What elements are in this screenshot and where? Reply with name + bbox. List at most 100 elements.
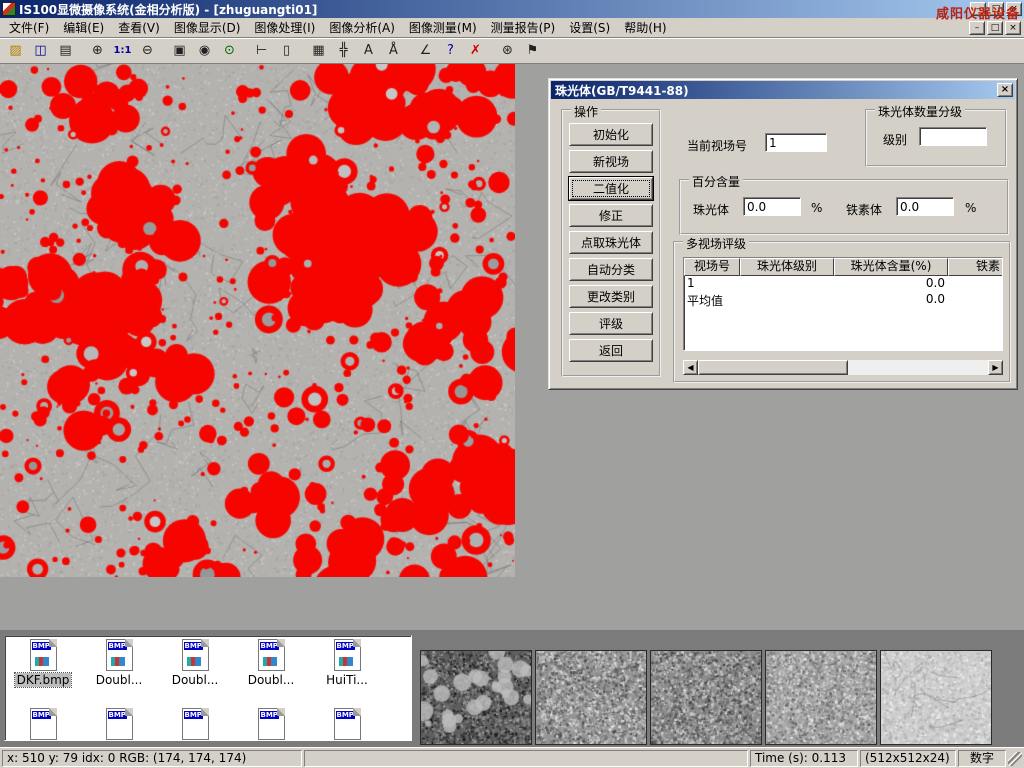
change-class-button[interactable]: 更改类别 xyxy=(569,285,653,308)
dialog-close-icon[interactable]: × xyxy=(997,83,1013,97)
pearlite-percent-input[interactable] xyxy=(743,197,801,216)
print-icon[interactable]: ▤ xyxy=(54,40,77,62)
file-item-partial[interactable]: BMP xyxy=(5,708,81,740)
micrograph-image[interactable] xyxy=(0,64,515,577)
file-item-partial[interactable]: BMP xyxy=(157,708,233,740)
menu-settings[interactable]: 设置(S) xyxy=(562,17,617,38)
multi-field-group-label: 多视场评级 xyxy=(683,235,749,252)
binarize-button[interactable]: 二值化 xyxy=(569,177,653,200)
cursor-position-readout: x: 510 y: 79 idx: 0 RGB: (174, 174, 174) xyxy=(2,750,302,767)
window-title: IS100显微摄像系统(金相分析版) - [zhuguangti01] xyxy=(19,1,317,18)
current-view-label: 当前视场号 xyxy=(687,137,747,154)
caliper-icon[interactable]: ⊢ xyxy=(250,40,273,62)
auto-classify-button[interactable]: 自动分类 xyxy=(569,258,653,281)
file-item-partial[interactable]: BMP xyxy=(309,708,385,740)
percent-group-label: 百分含量 xyxy=(689,173,743,190)
titlebar[interactable]: IS100显微摄像系统(金相分析版) - [zhuguangti01] – □ … xyxy=(0,0,1024,18)
video-icon[interactable]: ⊙ xyxy=(218,40,241,62)
pick-pearlite-button[interactable]: 点取珠光体 xyxy=(569,231,653,254)
minimize-icon[interactable]: – xyxy=(970,2,986,16)
bmp-file-icon: BMP xyxy=(106,639,133,671)
menu-report[interactable]: 测量报告(P) xyxy=(484,17,563,38)
file-item[interactable]: BMP Doubl... xyxy=(81,639,157,687)
menu-image-display[interactable]: 图像显示(D) xyxy=(167,17,248,38)
bmp-file-icon: BMP xyxy=(258,639,285,671)
pin-tool-icon[interactable]: ⚑ xyxy=(521,40,544,62)
initialize-button[interactable]: 初始化 xyxy=(569,123,653,146)
current-view-input[interactable] xyxy=(765,133,827,152)
resize-grip[interactable] xyxy=(1008,752,1022,766)
preview-icon[interactable]: ⊛ xyxy=(496,40,519,62)
file-item-partial[interactable]: BMP xyxy=(233,708,309,740)
grid-measure-icon[interactable]: ▦ xyxy=(307,40,330,62)
table-hscrollbar[interactable]: ◀ ▶ xyxy=(683,360,1003,375)
actual-size-icon[interactable]: 1:1 xyxy=(111,40,134,62)
child-restore-icon[interactable]: □ xyxy=(987,21,1003,35)
symbol-tool-icon[interactable]: Å xyxy=(382,40,405,62)
child-close-icon[interactable]: × xyxy=(1005,21,1021,35)
thumbnail-5[interactable] xyxy=(880,650,992,745)
cell-ferrite xyxy=(948,276,1003,292)
grade-group: 珠光体数量分级 级别 xyxy=(865,109,1007,167)
grade-button[interactable]: 评级 xyxy=(569,312,653,335)
ruler-icon[interactable]: ▯ xyxy=(275,40,298,62)
thumbnail-1[interactable] xyxy=(420,650,532,745)
menu-image-analysis[interactable]: 图像分析(A) xyxy=(322,17,402,38)
file-name: Doubl... xyxy=(94,673,145,687)
grade-input[interactable] xyxy=(919,127,987,146)
scroll-left-icon[interactable]: ◀ xyxy=(683,360,698,375)
delete-mark-icon[interactable]: ✗ xyxy=(464,40,487,62)
zoom-in-icon[interactable]: ⊕ xyxy=(86,40,109,62)
pearlite-label: 珠光体 xyxy=(693,201,729,218)
zoom-out-icon[interactable]: ⊖ xyxy=(136,40,159,62)
percent-group: 百分含量 珠光体 % 铁素体 % xyxy=(679,179,1009,235)
cell-field-no: 1 xyxy=(684,276,740,292)
col-pearlite-content: 珠光体含量(%) xyxy=(834,258,948,276)
new-field-button[interactable]: 新视场 xyxy=(569,150,653,173)
image-size: (512x512x24) xyxy=(860,750,956,767)
file-name: Doubl... xyxy=(246,673,297,687)
dialog-titlebar[interactable]: 珠光体(GB/T9441-88) × xyxy=(551,81,1015,99)
menu-edit[interactable]: 编辑(E) xyxy=(56,17,111,38)
menu-image-process[interactable]: 图像处理(I) xyxy=(247,17,322,38)
correct-button[interactable]: 修正 xyxy=(569,204,653,227)
table-row-average[interactable]: 平均值 0.0 xyxy=(684,292,1002,308)
rating-table-header: 视场号 珠光体级别 珠光体含量(%) 铁素 xyxy=(684,258,1002,276)
bottom-panel: BMP DKF.bmp BMP Doubl... BMP Doubl... BM… xyxy=(0,630,1024,747)
ferrite-percent-input[interactable] xyxy=(896,197,954,216)
menu-image-measure[interactable]: 图像测量(M) xyxy=(402,17,484,38)
table-row[interactable]: 1 0.0 xyxy=(684,276,1002,292)
capture-icon[interactable]: ▣ xyxy=(168,40,191,62)
cell-grade xyxy=(740,292,834,308)
thumbnail-4[interactable] xyxy=(765,650,877,745)
menu-help[interactable]: 帮助(H) xyxy=(617,17,673,38)
file-item[interactable]: BMP Doubl... xyxy=(157,639,233,687)
maximize-icon[interactable]: □ xyxy=(988,2,1004,16)
col-field-no: 视场号 xyxy=(684,258,740,276)
scroll-thumb[interactable] xyxy=(698,360,848,375)
file-item[interactable]: BMP HuiTi... xyxy=(309,639,385,687)
angle-tool-icon[interactable]: ∠ xyxy=(414,40,437,62)
cross-grid-icon[interactable]: ╬ xyxy=(332,40,355,62)
child-minimize-icon[interactable]: – xyxy=(969,21,985,35)
bmp-art xyxy=(339,657,353,666)
thumbnail-2[interactable] xyxy=(535,650,647,745)
cell-ferrite xyxy=(948,292,1003,308)
text-tool-icon[interactable]: A xyxy=(357,40,380,62)
file-item-dkf[interactable]: BMP DKF.bmp xyxy=(5,639,81,687)
scroll-right-icon[interactable]: ▶ xyxy=(988,360,1003,375)
col-pearlite-grade: 珠光体级别 xyxy=(740,258,834,276)
file-item-partial[interactable]: BMP xyxy=(81,708,157,740)
open-icon[interactable]: ▨ xyxy=(4,40,27,62)
application-window: IS100显微摄像系统(金相分析版) - [zhuguangti01] – □ … xyxy=(0,0,1024,768)
help-icon[interactable]: ? xyxy=(439,40,462,62)
save-icon[interactable]: ◫ xyxy=(29,40,52,62)
file-item[interactable]: BMP Doubl... xyxy=(233,639,309,687)
menu-view[interactable]: 查看(V) xyxy=(111,17,167,38)
pearlite-dialog: 珠光体(GB/T9441-88) × 操作 初始化 新视场 二值化 修正 点取珠… xyxy=(548,78,1018,390)
thumbnail-3[interactable] xyxy=(650,650,762,745)
menu-file[interactable]: 文件(F) xyxy=(2,17,56,38)
close-icon[interactable]: × xyxy=(1006,2,1022,16)
camera-icon[interactable]: ◉ xyxy=(193,40,216,62)
return-button[interactable]: 返回 xyxy=(569,339,653,362)
